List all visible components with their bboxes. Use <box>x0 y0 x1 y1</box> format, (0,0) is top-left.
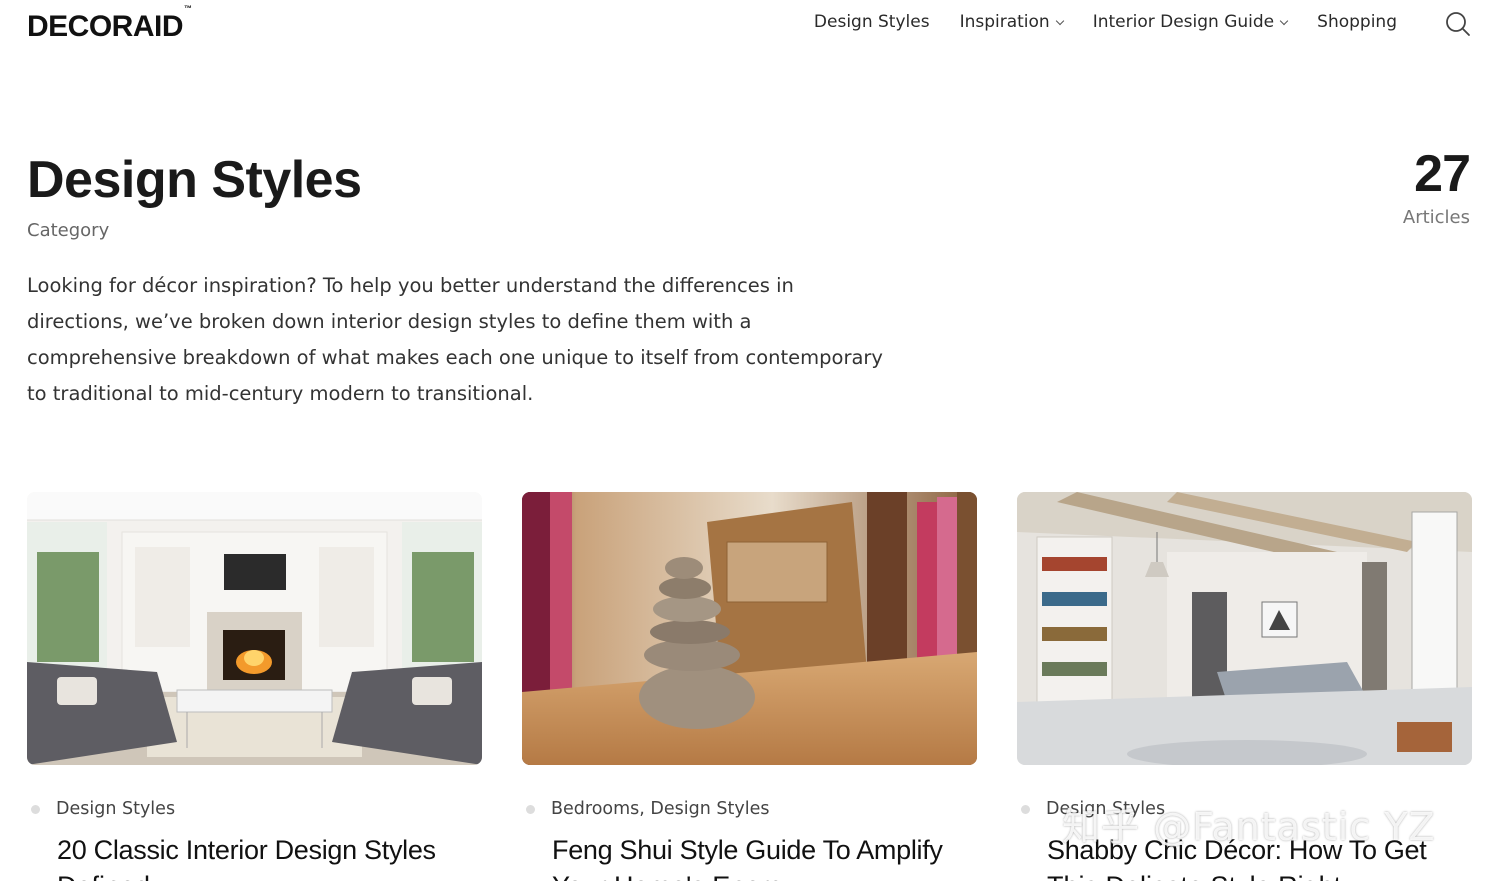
article-title[interactable]: 20 Classic Interior Design Styles <box>57 832 482 868</box>
article-meta: Bedrooms, Design Styles <box>526 799 769 819</box>
article-card: Design Styles 20 Classic Interior Design… <box>27 492 482 881</box>
page-subtitle: Category <box>27 220 110 241</box>
category-description: Looking for décor inspiration? To help y… <box>27 274 883 405</box>
nav-label: Design Styles <box>813 12 930 32</box>
chevron-down-icon <box>1055 16 1064 25</box>
page-title: Design Styles <box>27 151 362 209</box>
article-meta: Design Styles <box>31 799 175 819</box>
search-button[interactable] <box>1444 10 1472 38</box>
nav-item-inspiration[interactable]: Inspiration <box>959 12 1064 32</box>
trademark-mark: ™ <box>184 4 192 13</box>
site-logo[interactable]: DECORAID™ <box>27 4 192 44</box>
nav-item-shopping[interactable]: Shopping <box>1317 12 1397 32</box>
watermark: 知乎 @Fantastic YZ <box>1062 805 1436 849</box>
article-image[interactable] <box>522 492 977 765</box>
article-count-label: Articles <box>1402 207 1470 228</box>
article-image[interactable] <box>1017 492 1472 765</box>
nav-label: Inspiration <box>959 12 1050 32</box>
site-header: DECORAID™ Design Styles Inspiration Inte… <box>0 0 1493 50</box>
article-count: 27 <box>1414 145 1471 203</box>
article-title[interactable]: Feng Shui Style Guide To Amplify <box>552 832 977 868</box>
nav-item-design-styles[interactable]: Design Styles <box>814 12 930 32</box>
article-title-line2[interactable]: Your Home's Energy <box>552 868 977 881</box>
article-card: Bedrooms, Design Styles Feng Shui Style … <box>522 492 977 881</box>
article-image[interactable] <box>27 492 482 765</box>
search-icon <box>1446 12 1470 36</box>
article-category[interactable]: Bedrooms, Design Styles <box>551 799 769 819</box>
category-dot <box>1021 804 1030 814</box>
category-dot <box>526 804 535 814</box>
article-title-line2[interactable]: This Delicate Style Right <box>1047 868 1472 881</box>
chevron-down-icon <box>1279 16 1289 25</box>
main-nav: Design Styles Inspiration Interior Desig… <box>814 12 1397 32</box>
article-card: Design Styles Shabby Chic Décor: How To … <box>1017 492 1472 881</box>
nav-item-interior-design-guide[interactable]: Interior Design Guide <box>1092 12 1289 32</box>
article-title-line2[interactable]: Defined <box>57 868 482 881</box>
article-category[interactable]: Design Styles <box>56 799 175 819</box>
category-dot <box>31 804 40 814</box>
nav-label: Shopping <box>1317 12 1397 32</box>
nav-label: Interior Design Guide <box>1092 12 1275 32</box>
logo-text: DECORAID <box>27 10 184 43</box>
